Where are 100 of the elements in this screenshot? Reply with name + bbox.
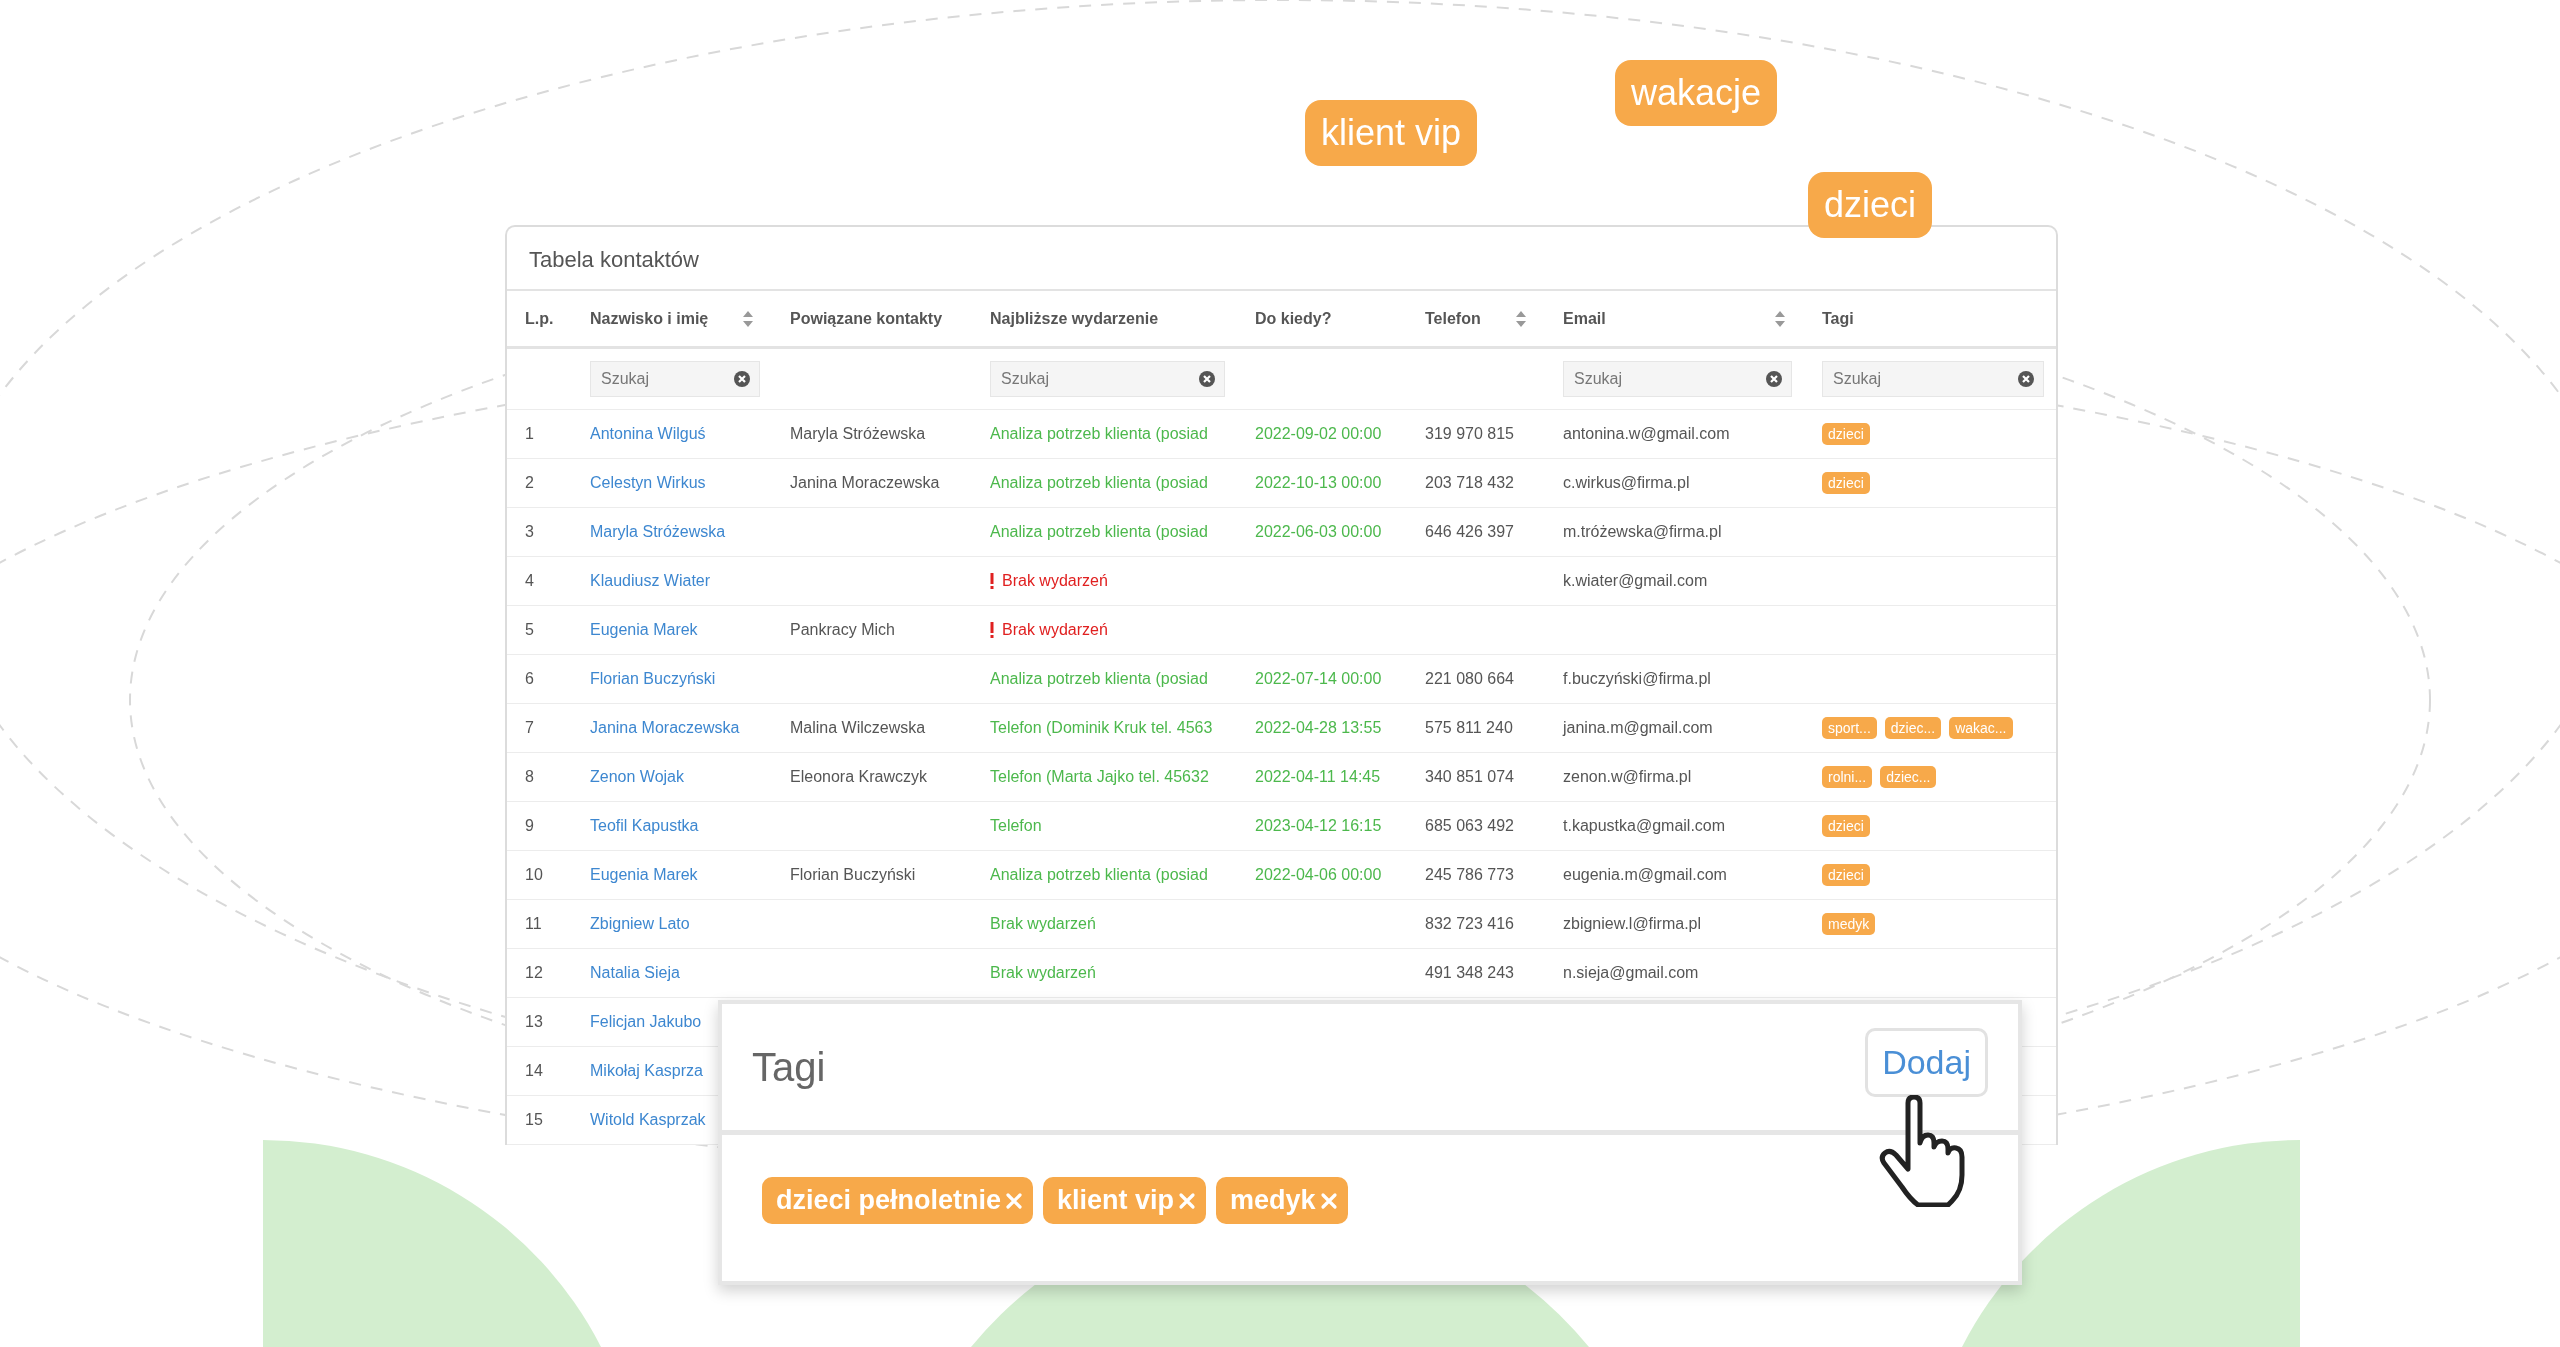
related-contact: Florian Buczyński bbox=[790, 866, 916, 884]
event-text: Analiza potrzeb klienta (posiad bbox=[990, 474, 1208, 492]
phone-number: 319 970 815 bbox=[1425, 425, 1514, 443]
search-field[interactable]: Szukaj bbox=[990, 361, 1225, 397]
related-contact: Eleonora Krawczyk bbox=[790, 768, 927, 786]
event-text: Brak wydarzeń bbox=[1002, 621, 1108, 639]
add-button[interactable]: Dodaj bbox=[1865, 1027, 1988, 1097]
contact-name-link[interactable]: Zenon Wojak bbox=[590, 768, 684, 786]
column-header: Najbliższe wydarzenie bbox=[990, 309, 1159, 328]
contact-name-link[interactable]: Eugenia Marek bbox=[590, 621, 698, 639]
tag-chip: medyk bbox=[1216, 1177, 1348, 1224]
clear-icon[interactable] bbox=[1765, 370, 1783, 388]
tag-chip: dzieci bbox=[1822, 864, 1870, 886]
email-address: zenon.w@firma.pl bbox=[1563, 768, 1692, 786]
contact-name-link[interactable]: Antonina Wilguś bbox=[590, 425, 706, 443]
tag-chip: dzieci bbox=[1822, 423, 1870, 445]
row-number: 12 bbox=[525, 964, 543, 982]
column-header: Telefon bbox=[1425, 309, 1481, 328]
phone-number: 575 811 240 bbox=[1425, 719, 1513, 737]
tag-chip: medyk bbox=[1822, 913, 1876, 935]
tag-chip: dzieci pełnoletnie bbox=[762, 1177, 1034, 1224]
contact-name-link[interactable]: Eugenia Marek bbox=[590, 866, 698, 884]
event-text: Telefon bbox=[990, 817, 1042, 835]
email-address: t.kapustka@gmail.com bbox=[1563, 817, 1726, 835]
contact-name-link[interactable]: Witold Kasprzak bbox=[590, 1111, 706, 1129]
remove-icon[interactable] bbox=[1178, 1191, 1197, 1210]
tag-chip: klient vip bbox=[1305, 100, 1478, 166]
email-address: antonina.w@gmail.com bbox=[1563, 425, 1730, 443]
phone-number: 491 348 243 bbox=[1425, 964, 1514, 982]
contact-name-link[interactable]: Mikołaj Kasprza bbox=[590, 1062, 703, 1080]
tag-chip: dzieci bbox=[1808, 172, 1933, 238]
sort-icon[interactable] bbox=[1515, 309, 1527, 328]
tag-chip: dziec... bbox=[1884, 717, 1942, 739]
contact-name-link[interactable]: Janina Moraczewska bbox=[590, 719, 740, 737]
row-number: 6 bbox=[525, 670, 534, 688]
email-address: c.wirkus@firma.pl bbox=[1563, 474, 1690, 492]
due-date: 2022-04-11 14:45 bbox=[1255, 768, 1381, 786]
phone-number: 685 063 492 bbox=[1425, 817, 1514, 835]
row-number: 2 bbox=[525, 474, 534, 492]
row-number: 14 bbox=[525, 1062, 543, 1080]
event-text: Telefon (Marta Jajko tel. 45632 bbox=[990, 768, 1209, 786]
sort-icon[interactable] bbox=[742, 309, 754, 328]
phone-number: 221 080 664 bbox=[1425, 670, 1514, 688]
event-text: Brak wydarzeń bbox=[990, 964, 1096, 982]
remove-icon[interactable] bbox=[1319, 1191, 1338, 1210]
contact-name-link[interactable]: Zbigniew Lato bbox=[590, 915, 690, 933]
tag-chip: sport... bbox=[1822, 717, 1877, 739]
row-number: 13 bbox=[525, 1013, 543, 1031]
contact-name-link[interactable]: Maryla Stróżewska bbox=[590, 523, 726, 541]
clear-icon[interactable] bbox=[1198, 370, 1216, 388]
row-number: 3 bbox=[525, 523, 534, 541]
column-header: Do kiedy? bbox=[1255, 309, 1332, 328]
clear-icon[interactable] bbox=[733, 370, 751, 388]
due-date: 2022-07-14 00:00 bbox=[1255, 670, 1382, 688]
phone-number: 203 718 432 bbox=[1425, 474, 1514, 492]
contact-name-link[interactable]: Felicjan Jakubo bbox=[590, 1013, 702, 1031]
event-text: Brak wydarzeń bbox=[990, 915, 1096, 933]
related-contact: Maryla Stróżewska bbox=[790, 425, 926, 443]
contact-name-link[interactable]: Natalia Sieja bbox=[590, 964, 680, 982]
row-number: 4 bbox=[525, 572, 534, 590]
email-address: k.wiater@gmail.com bbox=[1563, 572, 1708, 590]
tag-chip: rolni... bbox=[1822, 766, 1873, 788]
event-text: Analiza potrzeb klienta (posiad bbox=[990, 866, 1208, 884]
row-number: 5 bbox=[525, 621, 534, 639]
email-address: zbigniew.l@firma.pl bbox=[1563, 915, 1702, 933]
tag-chip: klient vip bbox=[1043, 1177, 1207, 1224]
email-address: eugenia.m@gmail.com bbox=[1563, 866, 1727, 884]
email-address: janina.m@gmail.com bbox=[1563, 719, 1713, 737]
sort-icon[interactable] bbox=[1774, 309, 1786, 328]
row-number: 10 bbox=[525, 866, 543, 884]
contact-name-link[interactable]: Teofil Kapustka bbox=[590, 817, 699, 835]
row-number: 11 bbox=[525, 915, 542, 933]
tag-chip: wakac... bbox=[1949, 717, 2013, 739]
column-header: Nazwisko i imię bbox=[590, 309, 709, 328]
phone-number: 245 786 773 bbox=[1425, 866, 1514, 884]
due-date: 2022-04-06 00:00 bbox=[1255, 866, 1382, 884]
event-text: Analiza potrzeb klienta (posiad bbox=[990, 425, 1208, 443]
panel-title: Tagi bbox=[752, 1044, 826, 1090]
contact-name-link[interactable]: Florian Buczyński bbox=[590, 670, 716, 688]
phone-number: 832 723 416 bbox=[1425, 915, 1514, 933]
tag-chip: wakacje bbox=[1615, 60, 1778, 126]
column-header: Tagi bbox=[1822, 309, 1854, 328]
related-contact: Malina Wilczewska bbox=[790, 719, 926, 737]
row-number: 15 bbox=[525, 1111, 543, 1129]
row-number: 8 bbox=[525, 768, 534, 786]
contact-name-link[interactable]: Klaudiusz Wiater bbox=[590, 572, 711, 590]
phone-number: 646 426 397 bbox=[1425, 523, 1514, 541]
search-field[interactable]: Szukaj bbox=[590, 361, 760, 397]
contact-name-link[interactable]: Celestyn Wirkus bbox=[590, 474, 706, 492]
event-text: Analiza potrzeb klienta (posiad bbox=[990, 670, 1208, 688]
phone-number: 340 851 074 bbox=[1425, 768, 1514, 786]
tag-chip: dzieci bbox=[1822, 815, 1870, 837]
tag-chip: dziec... bbox=[1880, 766, 1937, 788]
search-field[interactable]: Szukaj bbox=[1822, 361, 2044, 397]
column-header: Powiązane kontakty bbox=[790, 309, 943, 328]
row-number: 9 bbox=[525, 817, 534, 835]
remove-icon[interactable] bbox=[1005, 1191, 1024, 1210]
due-date: 2022-09-02 00:00 bbox=[1255, 425, 1382, 443]
clear-icon[interactable] bbox=[2017, 370, 2035, 388]
search-field[interactable]: Szukaj bbox=[1563, 361, 1792, 397]
